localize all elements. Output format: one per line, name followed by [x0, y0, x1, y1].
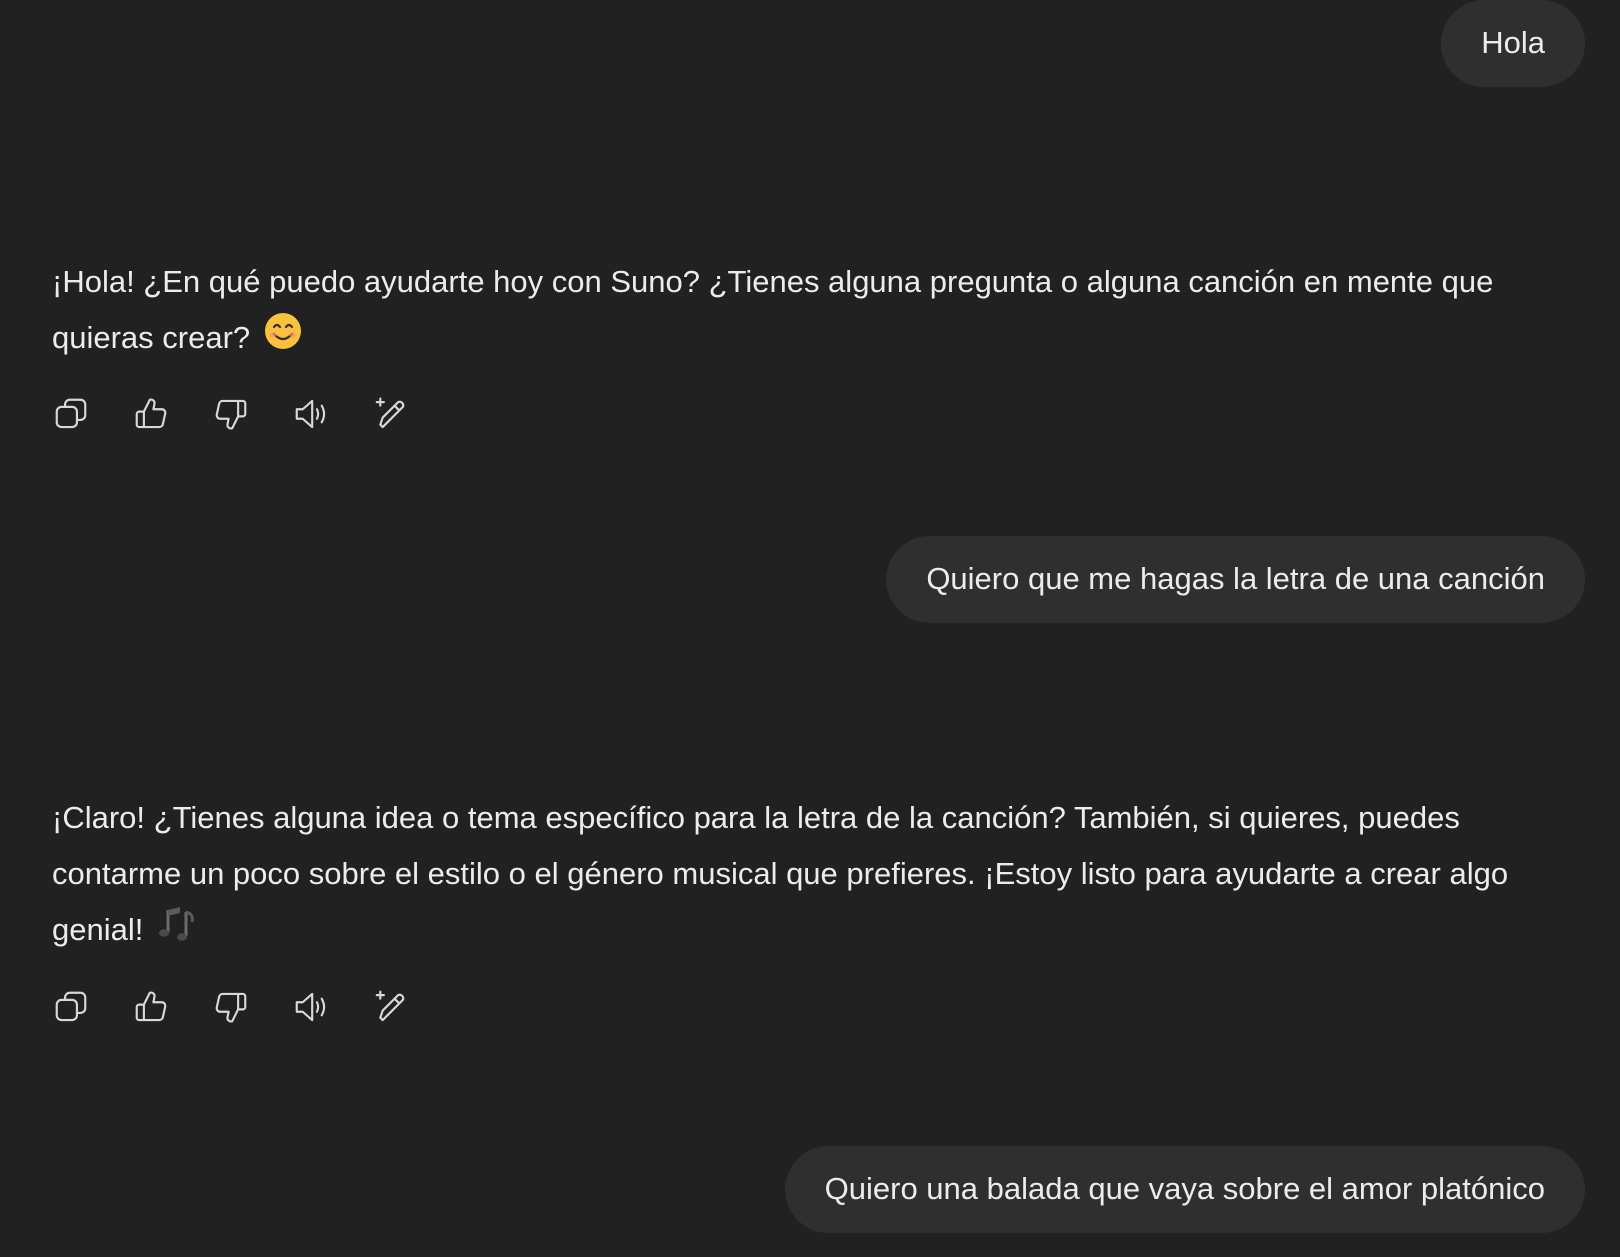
thumbs-up-icon: [135, 398, 167, 428]
thumbs-up-button[interactable]: [128, 984, 174, 1030]
thumbs-down-button[interactable]: [208, 391, 254, 437]
assistant-message: ¡Claro! ¿Tienes alguna idea o tema espec…: [52, 790, 1592, 1030]
user-message-bubble: Hola: [1441, 0, 1585, 87]
thumbs-up-icon: [135, 991, 167, 1022]
user-message: Quiero una balada que vaya sobre el amor…: [784, 1146, 1585, 1233]
thumbs-up-button[interactable]: [128, 391, 174, 437]
read-aloud-icon: [295, 992, 326, 1022]
read-aloud-button[interactable]: [288, 391, 334, 437]
read-aloud-icon: [295, 399, 326, 428]
edit-sparkle-icon: [375, 397, 405, 428]
copy-button[interactable]: [48, 984, 94, 1030]
assistant-message-text: ¡Hola! ¿En qué puedo ayudarte hoy con Su…: [52, 254, 1592, 369]
message-actions: [48, 984, 1592, 1030]
assistant-message-text: ¡Claro! ¿Tienes alguna idea o tema espec…: [52, 790, 1592, 962]
assistant-message-body: ¡Claro! ¿Tienes alguna idea o tema espec…: [52, 800, 1509, 948]
user-message-bubble: Quiero una balada que vaya sobre el amor…: [784, 1146, 1585, 1233]
edit-sparkle-button[interactable]: [368, 391, 414, 437]
assistant-message: ¡Hola! ¿En qué puedo ayudarte hoy con Su…: [52, 254, 1592, 437]
copy-icon: [55, 398, 87, 428]
message-actions: [48, 391, 1592, 437]
user-message: Quiero que me hagas la letra de una canc…: [886, 536, 1585, 623]
user-message-bubble: Quiero que me hagas la letra de una canc…: [886, 536, 1585, 623]
edit-sparkle-icon: [375, 990, 405, 1022]
copy-icon: [55, 991, 87, 1022]
copy-button[interactable]: [48, 391, 94, 437]
smiling-face-emoji: [263, 311, 303, 369]
musical-notes-emoji: [156, 902, 198, 962]
thumbs-down-icon: [215, 992, 247, 1023]
thumbs-down-button[interactable]: [208, 984, 254, 1030]
user-message: Hola: [1441, 0, 1585, 87]
read-aloud-button[interactable]: [288, 984, 334, 1030]
edit-sparkle-button[interactable]: [368, 984, 414, 1030]
thumbs-down-icon: [215, 399, 247, 430]
